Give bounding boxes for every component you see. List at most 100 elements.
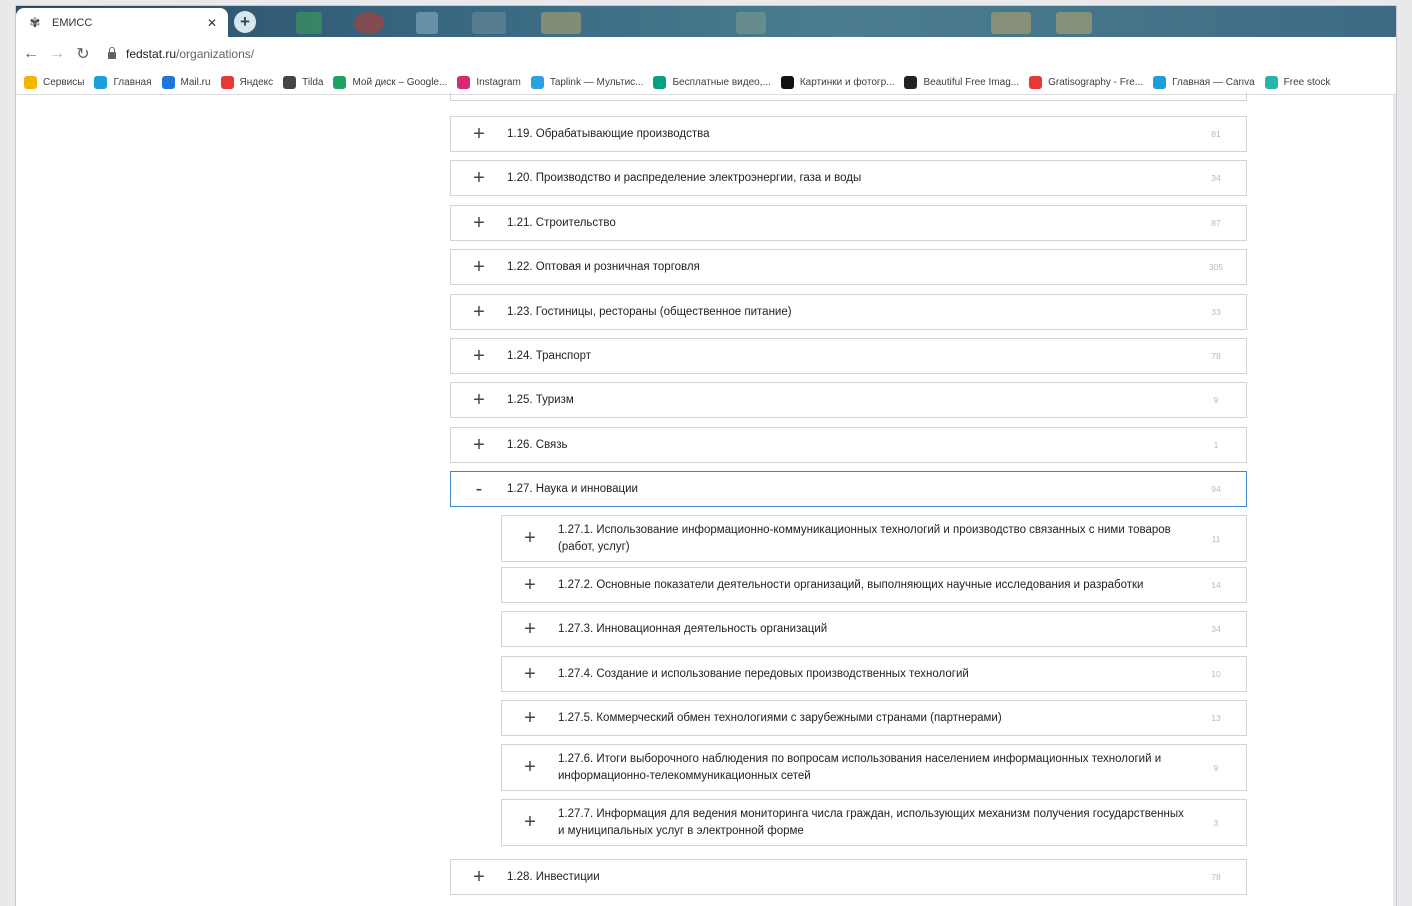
- expand-plus-icon[interactable]: +: [451, 212, 507, 235]
- bookmark-item[interactable]: Картинки и фотогр...: [780, 75, 894, 89]
- collapse-minus-icon[interactable]: -: [451, 478, 507, 501]
- category-label[interactable]: 1.27.2. Основные показатели деятельности…: [558, 577, 1186, 594]
- category-label[interactable]: 1.27.3. Инновационная деятельность орган…: [558, 621, 1186, 638]
- reload-icon[interactable]: ↻: [72, 44, 94, 64]
- bookmark-item[interactable]: Instagram: [457, 75, 521, 89]
- tab-strip: ✾ ЕМИСС ✕ +: [16, 6, 1396, 37]
- bookmark-item[interactable]: Главная: [94, 75, 152, 89]
- category-row[interactable]: +1.22. Оптовая и розничная торговля 305: [450, 249, 1247, 285]
- expand-plus-icon[interactable]: +: [502, 756, 558, 779]
- page-scrollbar[interactable]: [1393, 95, 1396, 906]
- forward-arrow-icon[interactable]: →: [46, 45, 68, 63]
- lock-icon: [108, 46, 116, 59]
- category-label[interactable]: 1.21. Строительство: [507, 215, 1186, 232]
- category-label[interactable]: 1.27.4. Создание и использование передов…: [558, 666, 1186, 683]
- category-label[interactable]: 1.23. Гостиницы, рестораны (общественное…: [507, 304, 1186, 321]
- category-row[interactable]: +1.26. Связь 1: [450, 427, 1247, 463]
- category-label[interactable]: 1.28. Инвестиции: [507, 869, 1186, 886]
- bookmark-label: Главная: [113, 76, 152, 88]
- address-bar[interactable]: fedstat.ru/organizations/: [108, 46, 255, 61]
- category-count: 9: [1213, 762, 1219, 773]
- category-count: 9: [1213, 395, 1219, 405]
- bookmark-label: Бесплатные видео,...: [672, 76, 771, 88]
- category-count: 14: [1211, 580, 1221, 590]
- mailru-icon: [161, 75, 175, 89]
- category-label[interactable]: 1.22. Оптовая и розничная торговля: [507, 259, 1186, 276]
- category-label[interactable]: 1.20. Производство и распределение элект…: [507, 170, 1186, 187]
- category-label[interactable]: 1.27.7. Информация для ведения мониторин…: [558, 806, 1186, 840]
- expand-plus-icon[interactable]: +: [451, 167, 507, 190]
- subcategory-row[interactable]: +1.27.5. Коммерческий обмен технологиями…: [501, 700, 1247, 736]
- category-count: 1: [1213, 440, 1219, 450]
- subcategory-row[interactable]: +1.27.2. Основные показатели деятельност…: [501, 567, 1247, 603]
- tab-title: ЕМИСС: [52, 16, 93, 29]
- category-label[interactable]: 1.19. Обрабатывающие производства: [507, 126, 1186, 143]
- bookmark-item[interactable]: Сервисы: [24, 75, 85, 89]
- expand-plus-icon[interactable]: +: [502, 811, 558, 834]
- category-label[interactable]: 1.26. Связь: [507, 437, 1186, 454]
- category-count: 3: [1213, 817, 1219, 828]
- bookmark-item[interactable]: Мой диск – Google...: [333, 75, 447, 89]
- url-path: /organizations/: [176, 46, 255, 61]
- back-arrow-icon[interactable]: ←: [20, 45, 42, 63]
- pexels-icon: [653, 75, 667, 89]
- expand-plus-icon[interactable]: +: [451, 866, 507, 889]
- bookmark-item[interactable]: Free stock: [1264, 75, 1330, 89]
- expand-plus-icon[interactable]: +: [451, 389, 507, 412]
- category-row[interactable]: +1.24. Транспорт 78: [450, 338, 1247, 374]
- category-label[interactable]: 1.25. Туризм: [507, 392, 1186, 409]
- subcategory-row[interactable]: +1.27.3. Инновационная деятельность орга…: [501, 611, 1247, 647]
- coat-of-arms-icon: ✾: [29, 14, 41, 30]
- free-stock-icon: [1264, 75, 1278, 89]
- expand-plus-icon[interactable]: +: [451, 345, 507, 368]
- subcategory-row[interactable]: +1.27.4. Создание и использование передо…: [501, 656, 1247, 692]
- bookmark-item[interactable]: Бесплатные видео,...: [653, 75, 771, 89]
- category-count: 94: [1211, 484, 1221, 494]
- bookmark-label: Taplink — Мультис...: [549, 76, 644, 88]
- new-tab-button[interactable]: +: [234, 11, 256, 33]
- unsplash-icon: [780, 75, 794, 89]
- bookmark-item[interactable]: Яндекс: [220, 75, 274, 89]
- category-label[interactable]: 1.27.1. Использование информационно-комм…: [558, 522, 1186, 556]
- category-row[interactable]: +1.21. Строительство 87: [450, 205, 1247, 241]
- bookmark-item[interactable]: Beautiful Free Imag...: [904, 75, 1019, 89]
- category-row[interactable]: +1.23. Гостиницы, рестораны (общественно…: [450, 294, 1247, 330]
- bookmark-label: Яндекс: [239, 76, 274, 88]
- tab-close-icon[interactable]: ✕: [204, 16, 220, 30]
- category-row[interactable]: +1.28. Инвестиции 78: [450, 859, 1247, 895]
- bookmark-label: Сервисы: [43, 76, 85, 88]
- expand-plus-icon[interactable]: +: [502, 707, 558, 730]
- subcategory-row[interactable]: +1.27.7. Информация для ведения монитори…: [501, 799, 1247, 846]
- bookmark-item[interactable]: Главная — Canva: [1153, 75, 1255, 89]
- expand-plus-icon[interactable]: +: [451, 434, 507, 457]
- expand-plus-icon[interactable]: +: [502, 574, 558, 597]
- subcategory-row[interactable]: +1.27.6. Итоги выборочного наблюдения по…: [501, 744, 1247, 791]
- category-label[interactable]: 1.24. Транспорт: [507, 348, 1186, 365]
- expand-plus-icon[interactable]: +: [451, 301, 507, 324]
- category-row[interactable]: +1.19. Обрабатывающие производства 81: [450, 116, 1247, 152]
- bookmark-label: Mail.ru: [180, 76, 211, 88]
- category-row[interactable]: +1.25. Туризм 9: [450, 382, 1247, 418]
- expand-plus-icon[interactable]: +: [451, 256, 507, 279]
- gratisography-icon: [1029, 75, 1043, 89]
- expand-plus-icon[interactable]: +: [502, 618, 558, 641]
- expand-plus-icon[interactable]: +: [451, 123, 507, 146]
- subcategory-row[interactable]: +1.27.1. Использование информационно-ком…: [501, 515, 1247, 562]
- category-count: 78: [1211, 872, 1221, 882]
- category-row[interactable]: +1.20. Производство и распределение элек…: [450, 160, 1247, 196]
- category-label[interactable]: 1.27. Наука и инновации: [507, 481, 1186, 498]
- category-label[interactable]: 1.27.5. Коммерческий обмен технологиями …: [558, 710, 1186, 727]
- bookmark-item[interactable]: Gratisography - Fre...: [1029, 75, 1144, 89]
- expand-plus-icon[interactable]: +: [502, 663, 558, 686]
- canva-icon: [94, 75, 108, 89]
- bookmark-item[interactable]: Taplink — Мультис...: [530, 75, 644, 89]
- category-label[interactable]: 1.27.6. Итоги выборочного наблюдения по …: [558, 751, 1186, 785]
- category-count: 13: [1211, 713, 1221, 723]
- bookmark-item[interactable]: Tilda: [283, 75, 323, 89]
- bookmark-item[interactable]: Mail.ru: [161, 75, 211, 89]
- expand-plus-icon[interactable]: +: [502, 527, 558, 550]
- active-tab[interactable]: ✾ ЕМИСС ✕: [16, 8, 228, 37]
- bookmark-label: Gratisography - Fre...: [1048, 76, 1144, 88]
- category-row[interactable]: -1.27. Наука и инновации 94: [450, 471, 1247, 507]
- browser-window: ✾ ЕМИСС ✕ + ← → ↻ fedstat.ru/organizatio…: [16, 6, 1396, 906]
